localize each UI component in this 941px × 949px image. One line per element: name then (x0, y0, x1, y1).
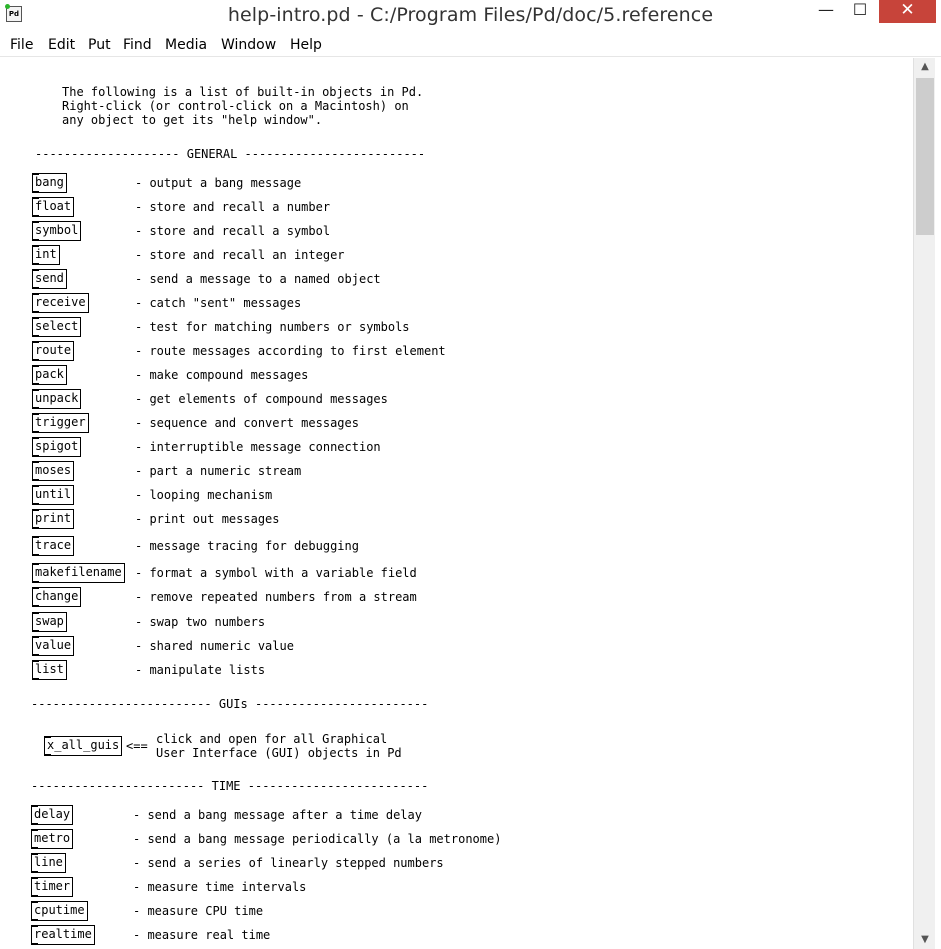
general-description: - swap two numbers (135, 615, 266, 629)
guis-header: ------------------------- GUIs ---------… (31, 697, 429, 711)
time-object[interactable]: delay (31, 805, 74, 825)
menu-file[interactable]: File (10, 37, 33, 53)
general-object[interactable]: moses (32, 461, 75, 481)
general-object[interactable]: until (32, 485, 75, 505)
general-description: - print out messages (135, 512, 280, 526)
menu-bar: File Edit Put Find Media Window Help (0, 33, 941, 57)
general-description: - output a bang message (135, 176, 302, 190)
general-object[interactable]: spigot (32, 437, 82, 457)
menu-find[interactable]: Find (123, 37, 152, 53)
menu-edit[interactable]: Edit (48, 37, 75, 53)
general-description: - store and recall an integer (135, 248, 345, 262)
scroll-up-icon[interactable]: ▲ (914, 58, 936, 76)
minimize-button[interactable]: — (808, 0, 844, 23)
time-description: - measure time intervals (133, 880, 307, 894)
general-description: - shared numeric value (135, 639, 294, 653)
general-description: - message tracing for debugging (135, 539, 359, 553)
general-description: - interruptible message connection (135, 440, 381, 454)
general-object[interactable]: trigger (32, 413, 89, 433)
general-object[interactable]: makefilename (32, 563, 125, 583)
general-object[interactable]: change (32, 587, 82, 607)
general-description: - format a symbol with a variable field (135, 566, 417, 580)
general-description: - part a numeric stream (135, 464, 302, 478)
close-button[interactable]: ✕ (879, 0, 936, 23)
general-description: - store and recall a number (135, 200, 331, 214)
general-object[interactable]: int (32, 245, 60, 265)
general-object[interactable]: float (32, 197, 75, 217)
time-object[interactable]: metro (31, 829, 74, 849)
general-object[interactable]: value (32, 636, 75, 656)
time-description: - measure real time (133, 928, 271, 942)
general-object[interactable]: receive (32, 293, 89, 313)
guis-arrow: <== (126, 739, 148, 753)
time-header: ------------------------ TIME ----------… (31, 779, 429, 793)
guis-desc-line-2: User Interface (GUI) objects in Pd (156, 746, 402, 760)
general-object[interactable]: route (32, 341, 75, 361)
time-description: - send a series of linearly stepped numb… (133, 856, 444, 870)
general-object[interactable]: print (32, 509, 75, 529)
scroll-thumb[interactable] (916, 78, 934, 235)
patch-canvas[interactable]: The following is a list of built-in obje… (5, 58, 913, 949)
general-object[interactable]: list (32, 660, 67, 680)
general-object[interactable]: unpack (32, 389, 82, 409)
general-description: - remove repeated numbers from a stream (135, 590, 417, 604)
general-description: - store and recall a symbol (135, 224, 331, 238)
x-all-guis-object[interactable]: x_all_guis (44, 736, 123, 756)
general-description: - test for matching numbers or symbols (135, 320, 410, 334)
general-object[interactable]: select (32, 317, 82, 337)
general-description: - get elements of compound messages (135, 392, 388, 406)
time-object[interactable]: realtime (31, 925, 95, 945)
general-description: - catch "sent" messages (135, 296, 302, 310)
general-description: - looping mechanism (135, 488, 273, 502)
general-object[interactable]: symbol (32, 221, 82, 241)
maximize-button[interactable]: ☐ (842, 0, 878, 23)
general-object[interactable]: bang (32, 173, 67, 193)
time-object[interactable]: line (31, 853, 66, 873)
menu-help[interactable]: Help (290, 37, 322, 53)
window-title: help-intro.pd - C:/Program Files/Pd/doc/… (227, 4, 714, 26)
time-object[interactable]: cputime (31, 901, 88, 921)
intro-line-3: any object to get its "help window". (62, 113, 323, 127)
guis-desc-line-1: click and open for all Graphical (156, 732, 388, 746)
general-description: - make compound messages (135, 368, 309, 382)
time-description: - measure CPU time (133, 904, 264, 918)
time-description: - send a bang message periodically (a la… (133, 832, 502, 846)
vertical-scrollbar[interactable]: ▲ ▼ (913, 58, 935, 949)
menu-put[interactable]: Put (88, 37, 111, 53)
menu-window[interactable]: Window (221, 37, 276, 53)
general-header: -------------------- GENERAL -----------… (35, 147, 426, 161)
general-description: - send a message to a named object (135, 272, 381, 286)
general-description: - route messages according to first elem… (135, 344, 446, 358)
intro-line-2: Right-click (or control-click on a Macin… (62, 99, 409, 113)
time-object[interactable]: timer (31, 877, 74, 897)
general-object[interactable]: trace (32, 536, 75, 556)
general-object[interactable]: swap (32, 612, 67, 632)
general-description: - manipulate lists (135, 663, 266, 677)
menu-media[interactable]: Media (165, 37, 207, 53)
general-object[interactable]: pack (32, 365, 67, 385)
intro-line-1: The following is a list of built-in obje… (62, 85, 424, 99)
general-description: - sequence and convert messages (135, 416, 359, 430)
title-bar[interactable]: Pd help-intro.pd - C:/Program Files/Pd/d… (0, 0, 941, 31)
scroll-down-icon[interactable]: ▼ (914, 931, 936, 949)
general-object[interactable]: send (32, 269, 67, 289)
time-description: - send a bang message after a time delay (133, 808, 422, 822)
